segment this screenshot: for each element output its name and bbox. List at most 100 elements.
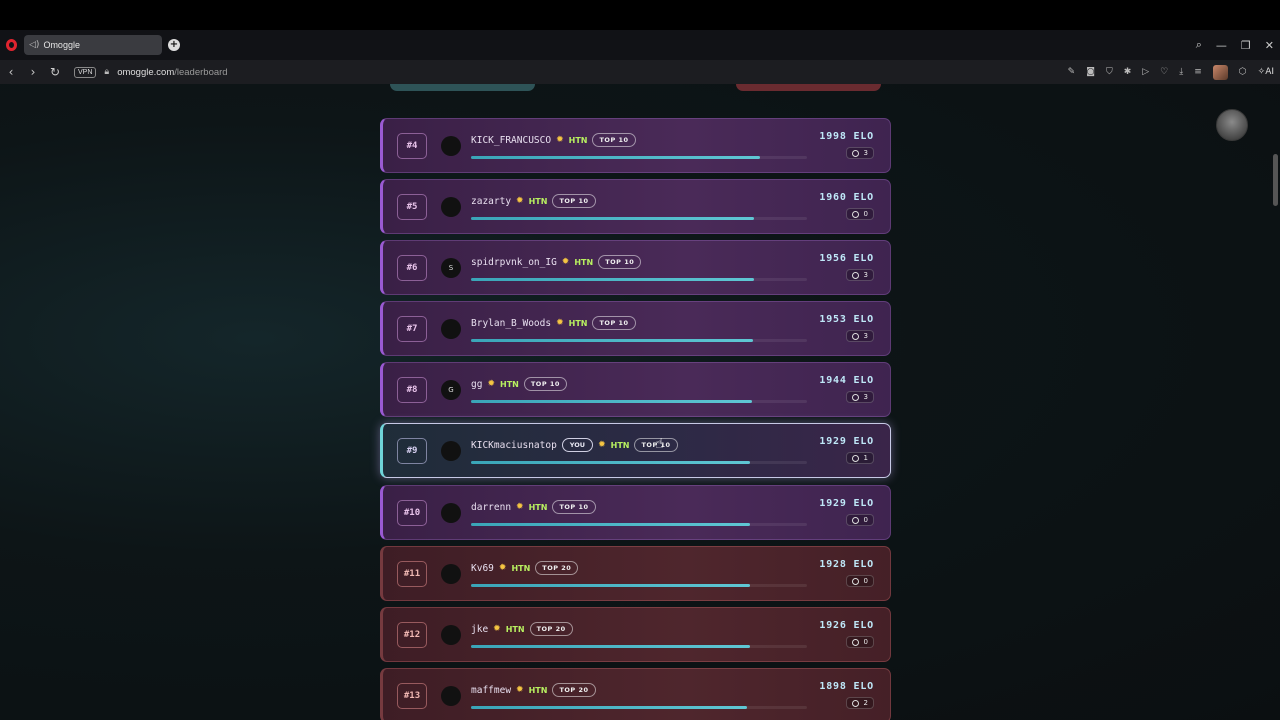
elo-score: 1926 ELO	[819, 620, 874, 631]
download-icon[interactable]: ⤓	[1179, 67, 1183, 77]
back-icon[interactable]: ‹	[0, 65, 22, 79]
message-count: 0	[863, 577, 868, 585]
message-count-badge[interactable]: 0	[845, 575, 874, 587]
ai-button[interactable]: ✧AI	[1258, 67, 1274, 77]
vpn-badge[interactable]: VPN	[74, 66, 97, 78]
extension-icon[interactable]: ✱	[1124, 67, 1132, 77]
leaderboard-row[interactable]: #12 jke ✹ HTN TOP 20 1926 ELO 0	[380, 607, 891, 662]
message-count-badge[interactable]: 3	[845, 147, 874, 159]
leaderboard-row[interactable]: #8 Ggg ✹ HTN TOP 10 1944 ELO 3	[380, 362, 891, 417]
chat-bubble-icon	[851, 393, 859, 401]
search-tabs-icon[interactable]: ⌕	[1196, 38, 1202, 52]
profile-avatar[interactable]	[1212, 64, 1228, 80]
opera-logo-icon[interactable]	[0, 30, 22, 60]
sun-icon: ✹	[516, 685, 524, 695]
leaderboard-row[interactable]: #7 Brylan_B_Woods ✹ HTN TOP 10 1953 ELO 3	[380, 301, 891, 356]
score-column: 1998 ELO 3	[819, 131, 874, 159]
leaderboard-row[interactable]: #10 darrenn ✹ HTN TOP 10 1929 ELO 0	[380, 485, 891, 540]
message-count: 0	[863, 516, 868, 524]
player-name[interactable]: jke	[471, 624, 488, 635]
elo-progress-fill	[471, 339, 754, 342]
restore-icon[interactable]: ❐	[1241, 39, 1251, 52]
tier-badge: TOP 20	[529, 622, 573, 636]
message-count-badge[interactable]: 1	[845, 452, 874, 464]
player-avatar[interactable]	[441, 563, 461, 584]
sun-icon: ✹	[556, 318, 564, 328]
tier-badge: TOP 10	[552, 194, 596, 208]
player-name-line: darrenn ✹ HTN TOP 10	[471, 500, 596, 514]
leaderboard-row[interactable]: #5 zazarty ✹ HTN TOP 10 1960 ELO 0	[380, 179, 891, 234]
player-name[interactable]: darrenn	[471, 502, 511, 513]
elo-score: 1960 ELO	[819, 192, 874, 203]
message-count-badge[interactable]: 3	[845, 269, 874, 281]
htn-badge: ✹ HTN	[598, 440, 629, 450]
message-count-badge[interactable]: 0	[845, 514, 874, 526]
forward-icon[interactable]: ›	[22, 65, 44, 79]
elo-score: 1956 ELO	[819, 253, 874, 264]
player-avatar[interactable]	[441, 502, 461, 523]
player-avatar[interactable]	[441, 196, 461, 217]
player-name-line: jke ✹ HTN TOP 20	[471, 622, 573, 636]
player-name-line: gg ✹ HTN TOP 10	[471, 377, 567, 391]
player-name[interactable]: Brylan_B_Woods	[471, 318, 551, 329]
sun-icon: ✹	[561, 257, 570, 267]
lock-icon[interactable]: 🔒︎	[104, 67, 109, 77]
message-count-badge[interactable]: 2	[845, 697, 874, 709]
player-name-line: maffmew ✹ HTN TOP 20	[471, 683, 596, 697]
player-avatar[interactable]	[441, 685, 461, 706]
player-avatar[interactable]: G	[441, 379, 461, 400]
tier-badge: TOP 10	[523, 377, 567, 391]
score-column: 1960 ELO 0	[819, 192, 874, 220]
menu-icon[interactable]: ≡	[1194, 67, 1202, 77]
player-name[interactable]: gg	[471, 379, 482, 390]
edit-icon[interactable]: ✎	[1068, 67, 1076, 77]
browser-tab-omoggle[interactable]: ◁) Omoggle	[24, 35, 162, 55]
play-icon[interactable]: ▷	[1142, 67, 1149, 77]
leaderboard-row[interactable]: #13 maffmew ✹ HTN TOP 20 1898 ELO 2	[380, 668, 891, 720]
tier-badge: TOP 20	[535, 561, 579, 575]
shield-icon[interactable]: ⛉	[1106, 67, 1113, 77]
leaderboard-row[interactable]: #4 KICK_FRANCUSCO ✹ HTN TOP 10 1998 ELO 3	[380, 118, 891, 173]
new-tab-plus-icon[interactable]: +	[168, 39, 180, 51]
player-name-line: zazarty ✹ HTN TOP 10	[471, 194, 596, 208]
rank-badge: #6	[397, 254, 427, 281]
tier-badge: TOP 10	[592, 133, 636, 147]
leaderboard-row[interactable]: #11 Kv69 ✹ HTN TOP 20 1928 ELO 0	[380, 546, 891, 601]
player-name-line: Kv69 ✹ HTN TOP 20	[471, 561, 579, 575]
close-icon[interactable]: ✕	[1265, 39, 1274, 52]
sun-icon: ✹	[598, 440, 606, 450]
message-count-badge[interactable]: 3	[845, 330, 874, 342]
message-count-badge[interactable]: 0	[845, 208, 874, 220]
url-field[interactable]: omoggle.com/leaderboard	[117, 67, 227, 78]
player-avatar[interactable]	[441, 624, 461, 645]
heart-icon[interactable]: ♡	[1160, 67, 1168, 77]
camera-icon[interactable]: ◙	[1086, 67, 1095, 77]
elo-suffix: ELO	[853, 253, 874, 264]
player-name[interactable]: KICK_FRANCUSCO	[471, 135, 551, 146]
player-name[interactable]: KICKmaciusnatop	[471, 440, 557, 451]
player-avatar[interactable]	[441, 318, 461, 339]
user-avatar[interactable]	[1216, 109, 1248, 141]
tier-badge: TOP 20	[552, 683, 596, 697]
player-name[interactable]: Kv69	[471, 563, 494, 574]
message-count-badge[interactable]: 3	[845, 391, 874, 403]
player-avatar[interactable]	[441, 440, 461, 461]
player-name[interactable]: maffmew	[471, 685, 511, 696]
elo-suffix: ELO	[853, 314, 874, 325]
leaderboard-row[interactable]: #6 Sspidrpvnk_on_IG ✹ HTN TOP 10 1956 ELO 3	[380, 240, 891, 295]
message-count-badge[interactable]: 0	[845, 636, 874, 648]
rank-badge: #4	[397, 132, 427, 159]
player-name[interactable]: spidrpvnk_on_IG	[471, 257, 557, 268]
minimize-icon[interactable]: —	[1216, 39, 1227, 52]
player-name[interactable]: zazarty	[471, 196, 511, 207]
reload-icon[interactable]: ↻	[44, 65, 66, 79]
player-avatar[interactable]: S	[441, 257, 461, 278]
scrollbar-thumb[interactable]	[1273, 154, 1278, 206]
address-bar: ‹ › ↻ VPN 🔒︎ omoggle.com/leaderboard ✎ ◙…	[0, 60, 1280, 84]
player-name-line: KICKmaciusnatop YOU ✹ HTN TOP 10	[471, 438, 678, 452]
player-avatar[interactable]	[441, 135, 461, 156]
htn-label: HTN	[528, 685, 548, 695]
leaderboard-row[interactable]: #9 KICKmaciusnatop YOU ✹ HTN TOP 10 1929 ELO 1	[380, 423, 891, 478]
elo-progress-track	[471, 523, 807, 526]
cube-icon[interactable]: ⬡	[1239, 67, 1247, 77]
